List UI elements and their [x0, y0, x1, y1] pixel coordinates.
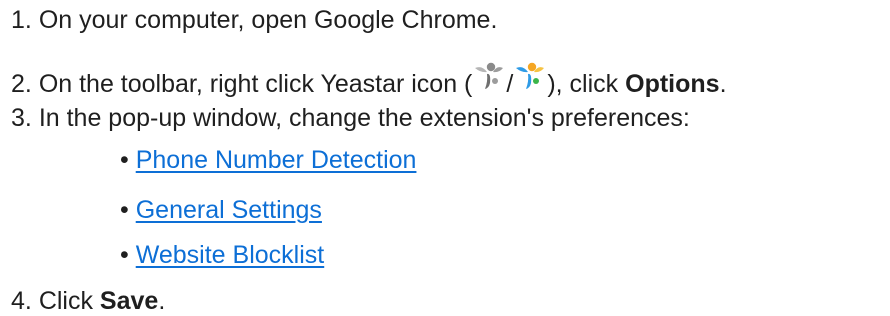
options-label: Options — [625, 70, 720, 98]
bullet-item-phone-number-detection: • Phone Number Detection — [120, 145, 416, 175]
step-1: 1. On your computer, open Google Chrome. — [11, 5, 497, 35]
step-1-text: On your computer, open Google Chrome. — [38, 6, 498, 34]
website-blocklist-link[interactable]: Website Blocklist — [136, 241, 325, 269]
step-3-number: 3. — [11, 104, 32, 132]
bullet-marker: • — [120, 241, 129, 269]
step-4: 4. Click Save. — [11, 286, 165, 316]
step-4-text-after: . — [158, 287, 166, 315]
step-2-text-mid: ), click — [547, 70, 626, 98]
bullet-item-website-blocklist: • Website Blocklist — [120, 240, 324, 270]
save-label: Save — [99, 287, 159, 315]
step-2: 2. On the toolbar, right click Yeastar i… — [11, 61, 727, 99]
step-2-number: 2. — [11, 70, 32, 98]
step-2-text-after: . — [719, 70, 727, 98]
step-4-number: 4. — [11, 287, 32, 315]
step-2-text-before: On the toolbar, right click Yeastar icon… — [38, 70, 473, 98]
yeastar-gray-icon — [472, 61, 506, 91]
bullet-marker: • — [120, 196, 129, 224]
general-settings-link[interactable]: General Settings — [136, 196, 322, 224]
step-2-separator: / — [506, 70, 514, 98]
yeastar-color-icon — [513, 61, 547, 91]
step-3: 3. In the pop-up window, change the exte… — [11, 103, 690, 133]
step-1-number: 1. — [11, 6, 32, 34]
bullet-marker: • — [120, 146, 129, 174]
phone-number-detection-link[interactable]: Phone Number Detection — [136, 146, 417, 174]
bullet-item-general-settings: • General Settings — [120, 195, 322, 225]
step-3-text: In the pop-up window, change the extensi… — [38, 104, 690, 132]
step-4-text-before: Click — [38, 287, 100, 315]
instructions-document: 1. On your computer, open Google Chrome.… — [0, 0, 890, 316]
